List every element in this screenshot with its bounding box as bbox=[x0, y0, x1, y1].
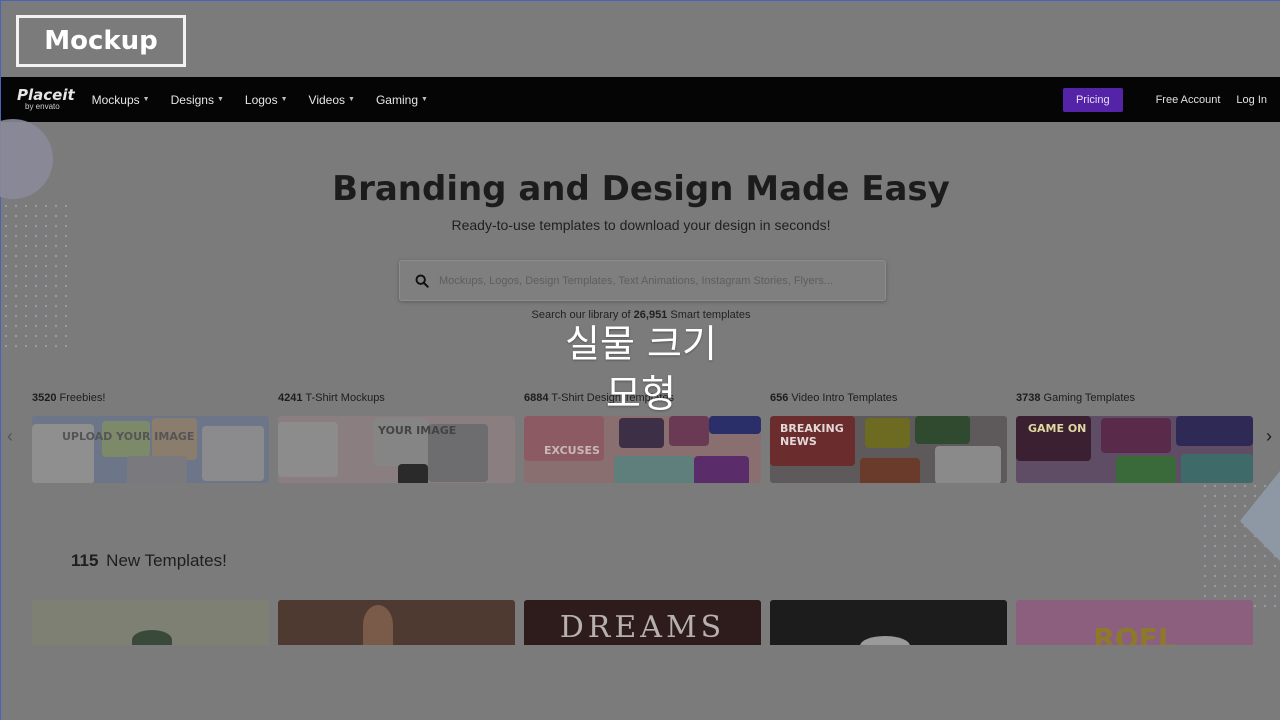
pricing-button[interactable]: Pricing bbox=[1062, 87, 1123, 112]
hero-title: Branding and Design Made Easy bbox=[332, 169, 950, 209]
new-templates-label: New Templates! bbox=[106, 551, 227, 570]
overlay-caption-line-2: 모형 bbox=[606, 372, 676, 416]
nav-item-mockups[interactable]: Mockups ▼ bbox=[92, 93, 150, 107]
placeit-logo[interactable]: Placeit by envato bbox=[17, 88, 75, 111]
chevron-down-icon: ▼ bbox=[142, 96, 150, 103]
decorative-triangle bbox=[1240, 471, 1280, 561]
search-input[interactable] bbox=[439, 274, 869, 287]
nav-item-label: Designs bbox=[170, 92, 214, 107]
template-card[interactable]: ROFL bbox=[1016, 600, 1253, 645]
nav-item-label: Mockups bbox=[91, 92, 140, 107]
nav-item-videos[interactable]: Videos ▼ bbox=[309, 93, 355, 107]
new-templates-row: DREAMS ROFL bbox=[32, 600, 1253, 645]
hero-subtitle: Ready-to-use templates to download your … bbox=[451, 217, 831, 233]
category-thumbnail: BREAKING NEWS bbox=[770, 416, 1007, 483]
template-art-text: DREAMS bbox=[559, 610, 726, 645]
category-thumbnail: EXCUSES bbox=[524, 416, 761, 483]
template-card[interactable] bbox=[278, 600, 515, 645]
nav-item-designs[interactable]: Designs ▼ bbox=[171, 93, 224, 107]
category-art-text: GAME ON bbox=[1028, 422, 1087, 435]
chevron-left-icon[interactable]: ‹ bbox=[7, 426, 13, 447]
nav-item-label: Videos bbox=[308, 92, 346, 107]
chevron-down-icon: ▼ bbox=[216, 96, 224, 103]
category-art-text: UPLOAD YOUR IMAGE bbox=[62, 430, 195, 443]
nav-right-group: Pricing Free Account Log In bbox=[1062, 87, 1267, 112]
logo-sub-text: by envato bbox=[25, 102, 60, 111]
template-card[interactable]: DREAMS bbox=[524, 600, 761, 645]
nav-item-label: Logos bbox=[244, 92, 278, 107]
nav-item-gaming[interactable]: Gaming ▼ bbox=[376, 93, 428, 107]
chevron-down-icon: ▼ bbox=[421, 96, 428, 103]
category-thumbnail: GAME ON bbox=[1016, 416, 1253, 483]
top-navbar: Placeit by envato Mockups ▼ Designs ▼ Logo… bbox=[1, 77, 1280, 122]
category-thumbnail: UPLOAD YOUR IMAGE bbox=[32, 416, 269, 483]
free-account-link[interactable]: Free Account bbox=[1156, 94, 1221, 106]
nav-item-logos[interactable]: Logos ▼ bbox=[245, 93, 288, 107]
nav-item-label: Gaming bbox=[375, 92, 418, 107]
chevron-down-icon: ▼ bbox=[280, 96, 288, 103]
chevron-down-icon: ▼ bbox=[348, 96, 355, 103]
search-box[interactable] bbox=[399, 260, 886, 301]
new-templates-count: 115 bbox=[71, 551, 99, 570]
category-art-text: EXCUSES bbox=[544, 444, 600, 457]
template-card[interactable] bbox=[32, 600, 269, 645]
template-art-text: ROFL bbox=[1093, 622, 1176, 645]
search-icon bbox=[415, 274, 429, 288]
category-thumbnail: YOUR IMAGE bbox=[278, 416, 515, 483]
new-templates-heading: 115 New Templates! bbox=[71, 551, 227, 571]
template-card[interactable] bbox=[770, 600, 1007, 645]
category-art-text: BREAKING NEWS bbox=[780, 422, 844, 448]
overlay-caption-line-1: 실물 크기 bbox=[565, 322, 717, 366]
logo-main-text: Placeit bbox=[17, 86, 75, 104]
login-link[interactable]: Log In bbox=[1236, 94, 1267, 106]
nav-menu: Mockups ▼ Designs ▼ Logos ▼ Videos ▼ Gaming ▼ bbox=[92, 93, 449, 107]
category-art-text: YOUR IMAGE bbox=[378, 424, 457, 437]
caption-label: Mockup bbox=[16, 15, 186, 67]
chevron-right-icon[interactable]: › bbox=[1266, 426, 1272, 447]
